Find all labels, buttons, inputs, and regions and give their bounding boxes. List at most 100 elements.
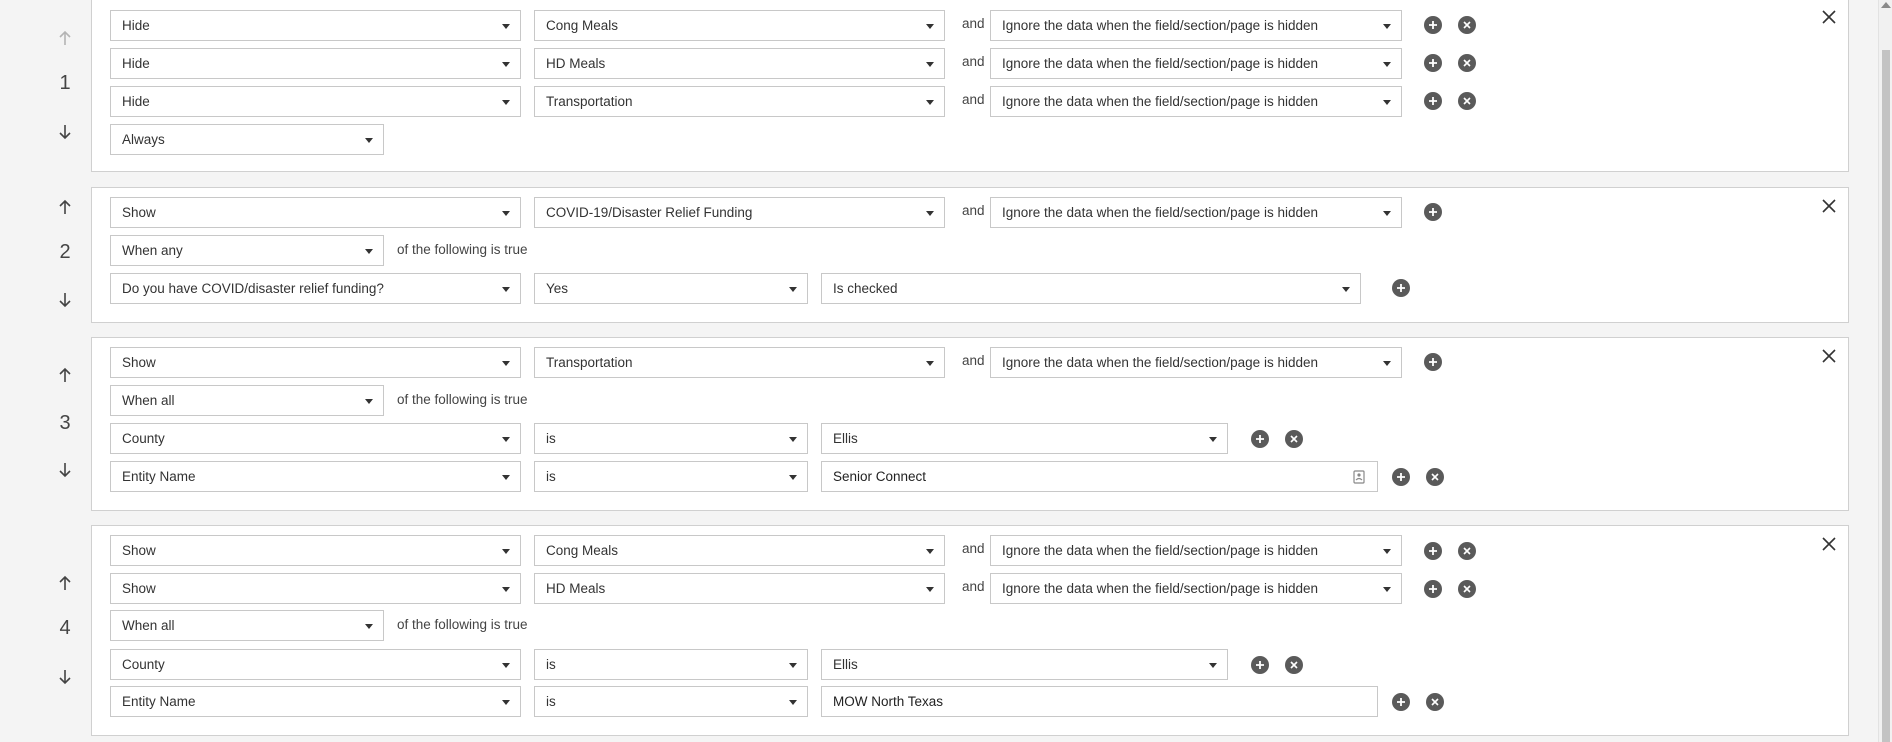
remove-condition-button[interactable] [1285, 656, 1303, 674]
add-action-button[interactable] [1424, 542, 1442, 560]
scrollbar-thumb[interactable] [1882, 50, 1890, 742]
add-action-button[interactable] [1424, 16, 1442, 34]
move-down-button[interactable] [52, 457, 78, 483]
condition-field-select[interactable]: Do you have COVID/disaster relief fundin… [110, 273, 521, 304]
move-up-button[interactable] [52, 570, 78, 596]
add-action-button[interactable] [1424, 353, 1442, 371]
add-condition-button[interactable] [1392, 468, 1410, 486]
target-select[interactable]: Transportation [534, 347, 945, 378]
plus-icon [1429, 547, 1437, 555]
condition-value-select[interactable]: Is checked [821, 273, 1361, 304]
chevron-down-icon [789, 700, 797, 705]
add-condition-button[interactable] [1251, 430, 1269, 448]
remove-action-button[interactable] [1458, 54, 1476, 72]
action-select[interactable]: Hide [110, 86, 521, 117]
condition-value-input[interactable]: Senior Connect [821, 461, 1378, 492]
target-select[interactable]: HD Meals [534, 573, 945, 604]
condition-operator-select[interactable]: Yes [534, 273, 808, 304]
chevron-down-icon [926, 549, 934, 554]
add-condition-button[interactable] [1392, 693, 1410, 711]
behavior-select[interactable]: Ignore the data when the field/section/p… [990, 197, 1402, 228]
condition-operator-select[interactable]: is [534, 423, 808, 454]
condition-mode-select[interactable]: When all [110, 610, 384, 641]
condition-field-select[interactable]: County [110, 649, 521, 680]
add-action-button[interactable] [1424, 54, 1442, 72]
of-following-label: of the following is true [397, 392, 528, 407]
condition-mode-select[interactable]: When any [110, 235, 384, 266]
plus-icon [1429, 21, 1437, 29]
target-select[interactable]: Cong Meals [534, 10, 945, 41]
remove-rule-button[interactable] [1818, 533, 1840, 555]
scroll-up-arrow-icon[interactable] [1881, 2, 1891, 8]
plus-icon [1429, 358, 1437, 366]
target-select[interactable]: Transportation [534, 86, 945, 117]
condition-value-input[interactable]: MOW North Texas [821, 686, 1378, 717]
remove-action-button[interactable] [1458, 92, 1476, 110]
move-down-button[interactable] [52, 664, 78, 690]
condition-mode-select[interactable]: Always [110, 124, 384, 155]
contact-card-icon[interactable] [1353, 470, 1365, 484]
add-condition-button[interactable] [1392, 279, 1410, 297]
move-up-button[interactable] [52, 194, 78, 220]
condition-field-select[interactable]: Entity Name [110, 461, 521, 492]
chevron-down-icon [1383, 361, 1391, 366]
behavior-select[interactable]: Ignore the data when the field/section/p… [990, 573, 1402, 604]
move-up-button[interactable] [52, 25, 78, 51]
add-condition-button[interactable] [1251, 656, 1269, 674]
plus-icon [1256, 661, 1264, 669]
target-select[interactable]: Cong Meals [534, 535, 945, 566]
condition-operator-select[interactable]: is [534, 649, 808, 680]
remove-action-button[interactable] [1458, 16, 1476, 34]
vertical-scrollbar[interactable] [1878, 0, 1892, 742]
target-select[interactable]: COVID-19/Disaster Relief Funding [534, 197, 945, 228]
behavior-select[interactable]: Ignore the data when the field/section/p… [990, 347, 1402, 378]
action-select[interactable]: Hide [110, 48, 521, 79]
target-select[interactable]: HD Meals [534, 48, 945, 79]
condition-value-select[interactable]: Ellis [821, 423, 1228, 454]
plus-icon [1429, 208, 1437, 216]
behavior-select[interactable]: Ignore the data when the field/section/p… [990, 535, 1402, 566]
move-up-button[interactable] [52, 362, 78, 388]
plus-icon [1429, 59, 1437, 67]
condition-value-select[interactable]: Ellis [821, 649, 1228, 680]
action-select[interactable]: Show [110, 535, 521, 566]
remove-condition-button[interactable] [1426, 693, 1444, 711]
x-icon [1463, 97, 1471, 105]
move-down-button[interactable] [52, 287, 78, 313]
x-icon [1463, 59, 1471, 67]
add-action-button[interactable] [1424, 203, 1442, 221]
chevron-down-icon [502, 663, 510, 668]
action-select[interactable]: Show [110, 573, 521, 604]
remove-rule-button[interactable] [1818, 6, 1840, 28]
add-action-button[interactable] [1424, 92, 1442, 110]
target-value: Transportation [546, 355, 633, 370]
remove-action-button[interactable] [1458, 580, 1476, 598]
chevron-down-icon [502, 437, 510, 442]
remove-action-button[interactable] [1458, 542, 1476, 560]
remove-condition-button[interactable] [1285, 430, 1303, 448]
chevron-down-icon [365, 249, 373, 254]
condition-field-select[interactable]: County [110, 423, 521, 454]
chevron-down-icon [1209, 437, 1217, 442]
add-action-button[interactable] [1424, 580, 1442, 598]
action-select[interactable]: Show [110, 347, 521, 378]
action-select[interactable]: Hide [110, 10, 521, 41]
target-value: Cong Meals [546, 543, 619, 558]
plus-icon [1397, 473, 1405, 481]
condition-mode-select[interactable]: When all [110, 385, 384, 416]
condition-operator-select[interactable]: is [534, 461, 808, 492]
remove-condition-button[interactable] [1426, 468, 1444, 486]
action-select[interactable]: Show [110, 197, 521, 228]
behavior-select[interactable]: Ignore the data when the field/section/p… [990, 48, 1402, 79]
behavior-select[interactable]: Ignore the data when the field/section/p… [990, 10, 1402, 41]
chevron-down-icon [926, 100, 934, 105]
chevron-down-icon [502, 475, 510, 480]
condition-operator-select[interactable]: is [534, 686, 808, 717]
remove-rule-button[interactable] [1818, 345, 1840, 367]
condition-field-select[interactable]: Entity Name [110, 686, 521, 717]
remove-rule-button[interactable] [1818, 195, 1840, 217]
x-icon [1290, 661, 1298, 669]
behavior-select[interactable]: Ignore the data when the field/section/p… [990, 86, 1402, 117]
move-down-button[interactable] [52, 119, 78, 145]
behavior-value: Ignore the data when the field/section/p… [1002, 56, 1318, 71]
